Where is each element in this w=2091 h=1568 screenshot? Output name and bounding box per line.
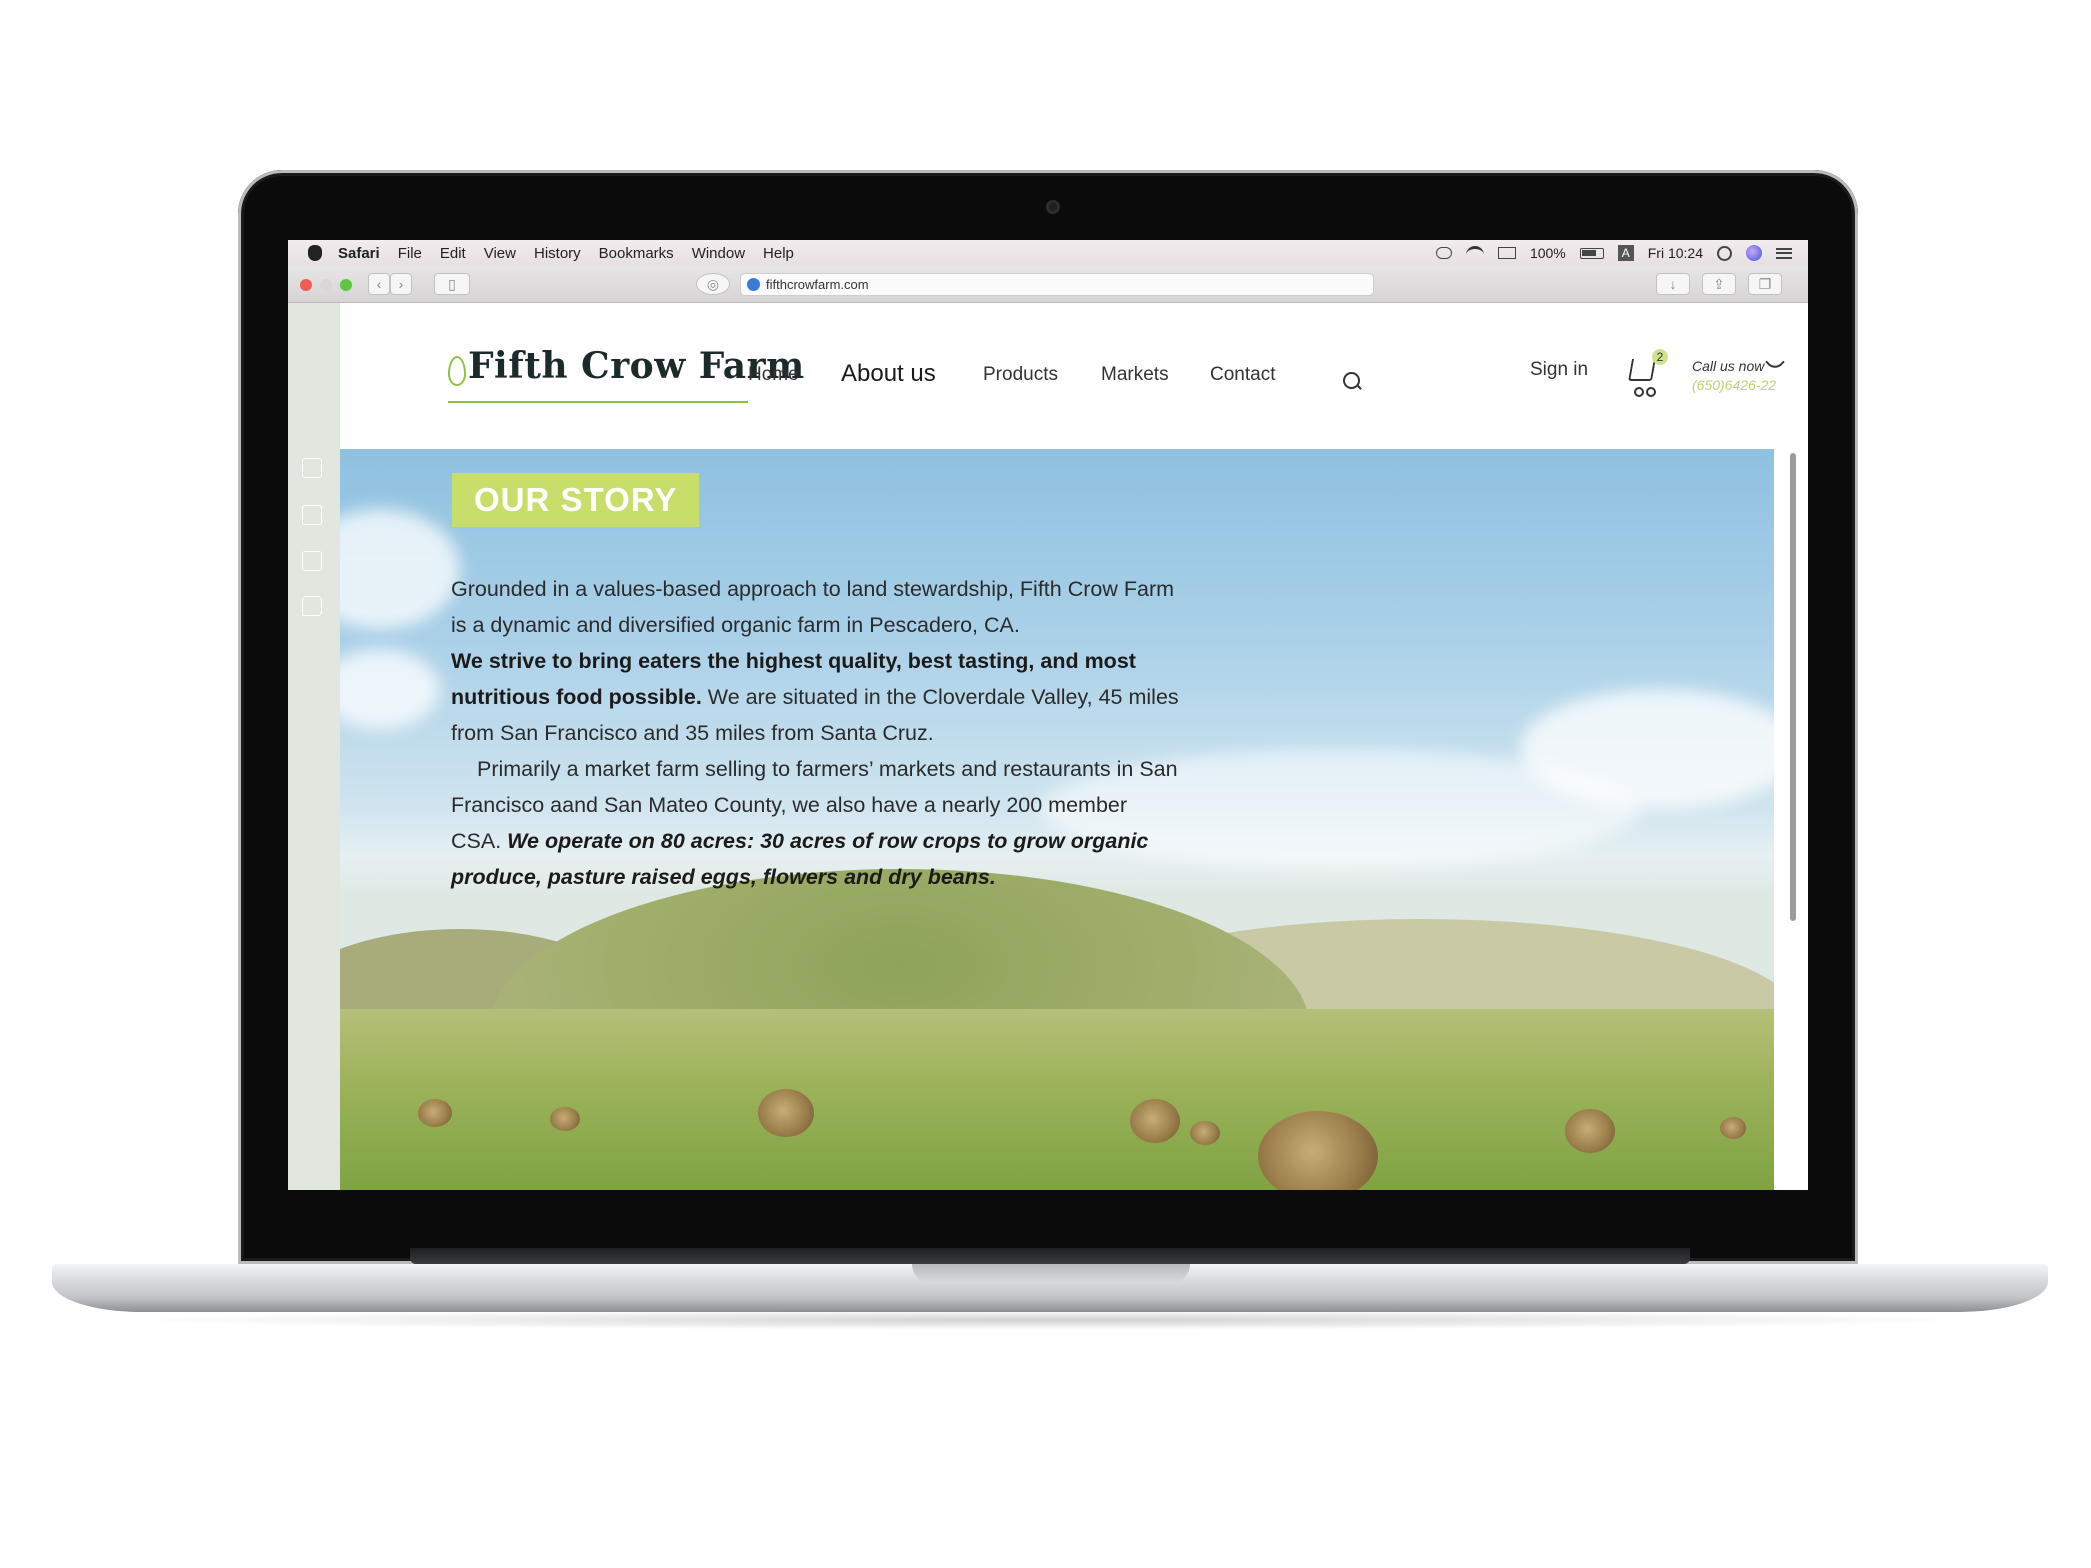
- zoom-window-button[interactable]: [340, 279, 352, 291]
- hay-bale: [1130, 1099, 1180, 1143]
- forward-button[interactable]: ›: [390, 273, 412, 295]
- our-story-heading: OUR STORY: [452, 473, 700, 527]
- sidebar-toggle-icon[interactable]: ▯: [434, 273, 470, 295]
- search-icon[interactable]: [1343, 372, 1360, 389]
- laptop-notch: [912, 1264, 1190, 1284]
- address-bar[interactable]: fifthcrowfarm.com: [740, 273, 1374, 296]
- meadow: [340, 1009, 1774, 1190]
- cart-icon[interactable]: [1628, 359, 1656, 381]
- page-scrollbar[interactable]: [1790, 453, 1796, 921]
- back-button[interactable]: ‹: [368, 273, 390, 295]
- hay-bale: [1720, 1117, 1746, 1139]
- nav-contact[interactable]: Contact: [1210, 364, 1275, 386]
- siri-icon[interactable]: [1746, 245, 1762, 261]
- airplay-icon[interactable]: [1497, 247, 1516, 259]
- chat-icon[interactable]: [302, 596, 322, 616]
- notification-center-icon[interactable]: [1776, 247, 1792, 259]
- reader-icon[interactable]: ◎: [696, 273, 730, 295]
- hay-bale: [418, 1099, 452, 1127]
- menu-file[interactable]: File: [398, 245, 422, 262]
- story-paragraph-1: Grounded in a values-based approach to l…: [451, 577, 1175, 637]
- laptop-hinge: [410, 1248, 1690, 1264]
- cart-count-badge: 2: [1652, 349, 1668, 365]
- creative-cloud-icon[interactable]: [1435, 247, 1452, 259]
- wifi-icon[interactable]: [1465, 246, 1484, 260]
- battery-percent: 100%: [1529, 245, 1566, 261]
- input-source-icon[interactable]: A: [1617, 245, 1634, 261]
- menu-help[interactable]: Help: [763, 245, 794, 262]
- hay-bale: [1190, 1121, 1220, 1145]
- screen: Safari File Edit View History Bookmarks …: [288, 240, 1808, 1190]
- cloud: [340, 509, 460, 629]
- logo-underline: [448, 401, 748, 403]
- download-icon[interactable]: ↓: [1656, 273, 1690, 295]
- share-icon[interactable]: ⇪: [1702, 273, 1736, 295]
- battery-icon[interactable]: [1579, 247, 1604, 259]
- spotlight-icon[interactable]: [1717, 245, 1732, 261]
- clock[interactable]: Fri 10:24: [1648, 245, 1703, 261]
- social-sidebar: [288, 303, 340, 1190]
- phone-number[interactable]: (650)6426-22: [1692, 377, 1782, 393]
- cloud: [340, 649, 440, 729]
- menu-bar: Safari File Edit View History Bookmarks …: [288, 240, 1808, 266]
- close-window-button[interactable]: [300, 279, 312, 291]
- hay-bale: [1565, 1109, 1615, 1153]
- globe-icon: [747, 278, 760, 291]
- call-us-label: Call us now: [1692, 358, 1765, 374]
- nav-markets[interactable]: Markets: [1101, 364, 1169, 386]
- menu-edit[interactable]: Edit: [440, 245, 466, 262]
- sign-in-link[interactable]: Sign in: [1530, 359, 1588, 381]
- camera-icon: [1046, 200, 1060, 214]
- apple-icon[interactable]: [308, 245, 322, 261]
- website: Fifth Crow Farm Home About us Products M…: [288, 303, 1808, 1190]
- leaf-logo-icon: [448, 356, 466, 386]
- nav-about-us[interactable]: About us: [841, 360, 936, 388]
- menu-bookmarks[interactable]: Bookmarks: [599, 245, 674, 262]
- url-text: fifthcrowfarm.com: [766, 277, 869, 292]
- menu-history[interactable]: History: [534, 245, 581, 262]
- phone-icon: [1765, 352, 1785, 372]
- menu-view[interactable]: View: [484, 245, 516, 262]
- cart-wheel: [1646, 387, 1656, 397]
- browser-toolbar: ‹ › ▯ ◎ fifthcrowfarm.com ↓ ⇪ ❐: [288, 266, 1808, 303]
- minimize-window-button[interactable]: [320, 279, 332, 291]
- menu-window[interactable]: Window: [692, 245, 745, 262]
- mail-icon[interactable]: [302, 551, 322, 571]
- nav-products[interactable]: Products: [983, 364, 1058, 386]
- tabs-icon[interactable]: ❐: [1748, 273, 1782, 295]
- twitter-icon[interactable]: [302, 505, 322, 525]
- hero-landscape: OUR STORY Grounded in a values-based app…: [340, 449, 1774, 1190]
- site-header: Fifth Crow Farm Home About us Products M…: [340, 303, 1808, 449]
- menu-app-name[interactable]: Safari: [338, 245, 380, 262]
- facebook-icon[interactable]: [302, 458, 322, 478]
- laptop-shadow: [110, 1310, 1990, 1330]
- hay-bale: [758, 1089, 814, 1137]
- story-text: Grounded in a values-based approach to l…: [451, 571, 1181, 895]
- status-area: 100% A Fri 10:24: [1422, 240, 1792, 266]
- cart-wheel: [1634, 387, 1644, 397]
- hay-bale: [550, 1107, 580, 1131]
- story-emphasis: We operate on 80 acres: 30 acres of row …: [451, 829, 1149, 889]
- nav-home[interactable]: Home: [748, 364, 799, 386]
